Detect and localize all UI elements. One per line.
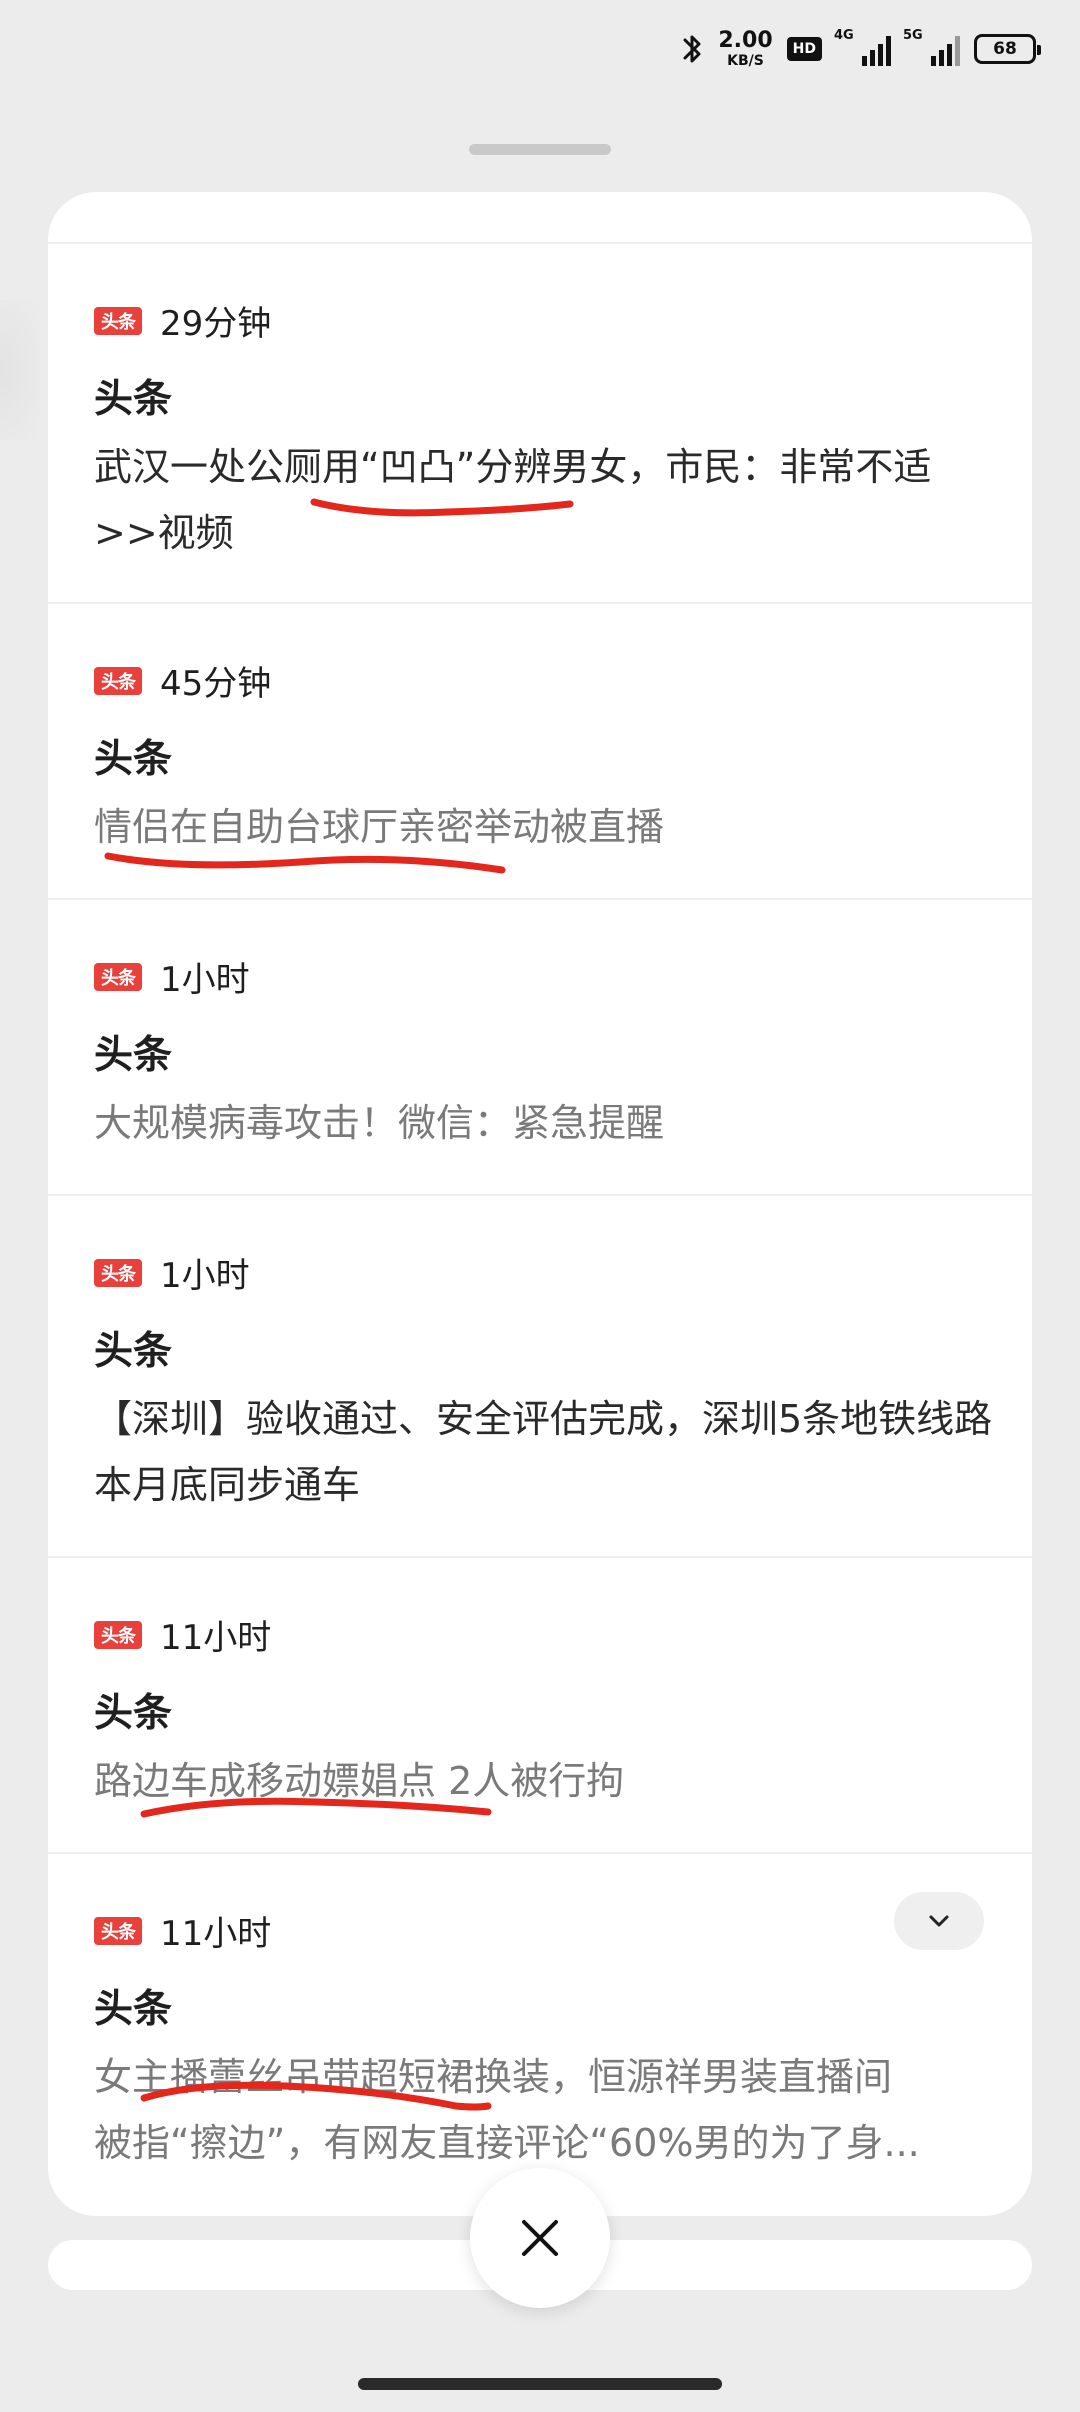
- notification-time: 1小时: [160, 1256, 250, 1296]
- bluetooth-icon: [682, 31, 704, 67]
- notification-group-card: 头条 29分钟 头条 武汉一处公厕用“凹凸”分辨男女，市民：非常不适>>视频 头…: [48, 192, 1032, 2216]
- drag-handle[interactable]: [469, 144, 611, 155]
- notification-body: 【深圳】验收通过、安全评估完成，深圳5条地铁线路本月底同步通车: [94, 1397, 993, 1507]
- notification-body: 女主播蕾丝吊带超短裙换装，恒源祥男装直播间 被指“擦边”，有网友直接评论“60%…: [94, 2044, 994, 2176]
- notification-body: 武汉一处公厕用“凹凸”分辨男女，市民：非常不适>>视频: [94, 445, 932, 555]
- background-shadow: [0, 300, 40, 440]
- close-icon: [522, 2220, 558, 2256]
- notification-time: 11小时: [160, 1618, 272, 1658]
- notification-title: 头条: [94, 1691, 173, 1736]
- notification-time: 1小时: [160, 960, 250, 1000]
- toutiao-app-icon: 头条: [94, 962, 142, 991]
- notification-body: 情侣在自助台球厅亲密举动被直播: [94, 805, 665, 849]
- notification-item[interactable]: 头条 29分钟 头条 武汉一处公厕用“凹凸”分辨男女，市民：非常不适>>视频: [48, 244, 1032, 604]
- notification-title: 头条: [94, 737, 173, 782]
- notification-item[interactable]: 头条 11小时 头条 女主播蕾丝吊带超短裙换装，恒源祥男装直播间 被指“擦边”，…: [48, 1854, 1032, 2216]
- expand-button[interactable]: [894, 1892, 984, 1950]
- notification-body-line: 女主播蕾丝吊带超短裙换装，恒源祥男装直播间: [94, 2055, 893, 2099]
- status-bar: 2.00 KB/S HD 4G 5G 68: [682, 18, 1041, 80]
- signal-4g-label: 4G: [834, 28, 854, 43]
- signal-4g-icon: 4G: [834, 28, 891, 66]
- notification-header: 头条 29分钟: [94, 296, 271, 345]
- hd-icon: HD: [786, 37, 822, 61]
- notification-title: 头条: [94, 1329, 173, 1374]
- battery-icon: 68: [974, 34, 1041, 64]
- battery-level: 68: [993, 39, 1017, 59]
- notification-header: 头条 45分钟: [94, 656, 271, 705]
- notification-header: 头条 1小时: [94, 1248, 250, 1297]
- notification-time: 29分钟: [160, 304, 272, 344]
- close-button[interactable]: [470, 2168, 610, 2308]
- signal-5g-label: 5G: [903, 28, 923, 43]
- notification-time: 45分钟: [160, 664, 272, 704]
- notification-header: 头条 1小时: [94, 952, 250, 1001]
- notification-body: 路边车成移动嫖娼点 2人被行拘: [94, 1759, 625, 1803]
- toutiao-app-icon: 头条: [94, 1258, 142, 1287]
- notification-item[interactable]: 头条 45分钟 头条 情侣在自助台球厅亲密举动被直播: [48, 604, 1032, 900]
- notification-item[interactable]: 头条 1小时 头条 大规模病毒攻击！微信：紧急提醒: [48, 900, 1032, 1196]
- toutiao-app-icon: 头条: [94, 306, 142, 335]
- notification-title: 头条: [94, 1987, 173, 2032]
- network-speed-unit: KB/S: [727, 53, 764, 69]
- notification-header: 头条 11小时: [94, 1906, 271, 1955]
- chevron-down-icon: [929, 1915, 949, 1927]
- notification-item[interactable]: 头条 1小时 头条 【深圳】验收通过、安全评估完成，深圳5条地铁线路本月底同步通…: [48, 1196, 1032, 1558]
- toutiao-app-icon: 头条: [94, 666, 142, 695]
- notification-body: 大规模病毒攻击！微信：紧急提醒: [94, 1101, 665, 1145]
- toutiao-app-icon: 头条: [94, 1916, 142, 1945]
- notification-title: 头条: [94, 377, 173, 422]
- signal-5g-icon: 5G: [903, 28, 960, 66]
- notification-time: 11小时: [160, 1914, 272, 1954]
- network-speed-value: 2.00: [718, 28, 773, 53]
- notification-body-line: 被指“擦边”，有网友直接评论“60%男的为了身...: [94, 2121, 920, 2165]
- notification-item[interactable]: 头条 11小时 头条 路边车成移动嫖娼点 2人被行拘: [48, 1558, 1032, 1854]
- toutiao-app-icon: 头条: [94, 1620, 142, 1649]
- network-speed: 2.00 KB/S: [718, 28, 773, 69]
- notification-header: 头条 11小时: [94, 1610, 271, 1659]
- home-indicator[interactable]: [358, 2378, 722, 2390]
- notification-title: 头条: [94, 1033, 173, 1078]
